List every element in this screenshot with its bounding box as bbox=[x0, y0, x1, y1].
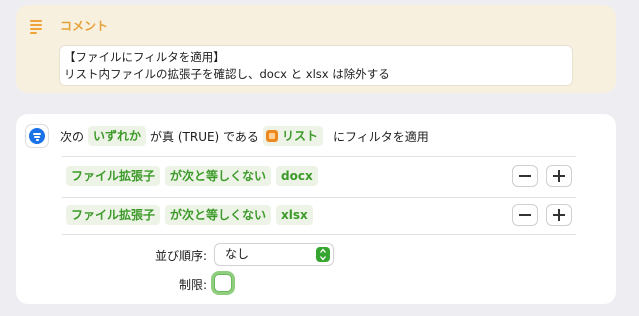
comment-text-field[interactable]: 【ファイルにフィルタを適用】 リスト内ファイルの拡張子を確認し、docx と x… bbox=[59, 45, 573, 86]
divider bbox=[62, 234, 576, 235]
variable-icon bbox=[265, 130, 278, 142]
minus-icon bbox=[519, 175, 531, 177]
add-condition-button[interactable] bbox=[547, 205, 571, 225]
divider bbox=[62, 197, 576, 198]
sort-label: 並び順序: bbox=[154, 249, 207, 263]
comment-line: リスト内ファイルの拡張子を確認し、docx と xlsx は除外する bbox=[64, 67, 390, 81]
variable-label: リスト bbox=[281, 129, 318, 143]
condition-value-pill[interactable]: xlsx bbox=[276, 205, 313, 225]
comment-title: コメント bbox=[60, 19, 109, 33]
filter-files-action-card[interactable]: 次の いずれか が真 (TRUE) である リスト にフィルタを適用 ファイル拡… bbox=[16, 114, 616, 304]
comment-action-card[interactable]: コメント 【ファイルにフィルタを適用】 リスト内ファイルの拡張子を確認し、doc… bbox=[16, 5, 616, 93]
limit-checkbox[interactable] bbox=[214, 274, 232, 292]
comment-line: 【ファイルにフィルタを適用】 bbox=[64, 50, 225, 64]
header-middle: が真 (TRUE) である bbox=[150, 129, 259, 144]
add-condition-button[interactable] bbox=[547, 166, 571, 186]
filter-icon bbox=[26, 125, 48, 147]
remove-condition-button[interactable] bbox=[513, 205, 537, 225]
sort-select[interactable]: なし bbox=[215, 244, 333, 265]
sort-value: なし bbox=[225, 247, 250, 261]
condition-property-pill[interactable]: ファイル拡張子 bbox=[66, 205, 161, 225]
condition-property-pill[interactable]: ファイル拡張子 bbox=[66, 166, 161, 186]
filter-header: 次の いずれか が真 (TRUE) である リスト にフィルタを適用 bbox=[60, 125, 433, 147]
condition-row: ファイル拡張子 が次と等しくない xlsx bbox=[66, 204, 318, 226]
remove-condition-button[interactable] bbox=[513, 166, 537, 186]
list-variable-pill[interactable]: リスト bbox=[262, 126, 323, 146]
condition-value-pill[interactable]: docx bbox=[276, 166, 318, 186]
match-mode-pill[interactable]: いずれか bbox=[88, 126, 147, 146]
header-prefix: 次の bbox=[60, 129, 85, 144]
chevron-updown-icon bbox=[316, 247, 330, 262]
condition-row: ファイル拡張子 が次と等しくない docx bbox=[66, 165, 323, 187]
text-lines-icon bbox=[30, 20, 42, 34]
condition-operator-pill[interactable]: が次と等しくない bbox=[165, 205, 272, 225]
minus-icon bbox=[519, 214, 531, 216]
condition-operator-pill[interactable]: が次と等しくない bbox=[165, 166, 272, 186]
divider bbox=[62, 156, 576, 157]
limit-label: 制限: bbox=[178, 278, 207, 292]
header-suffix: にフィルタを適用 bbox=[332, 129, 429, 144]
